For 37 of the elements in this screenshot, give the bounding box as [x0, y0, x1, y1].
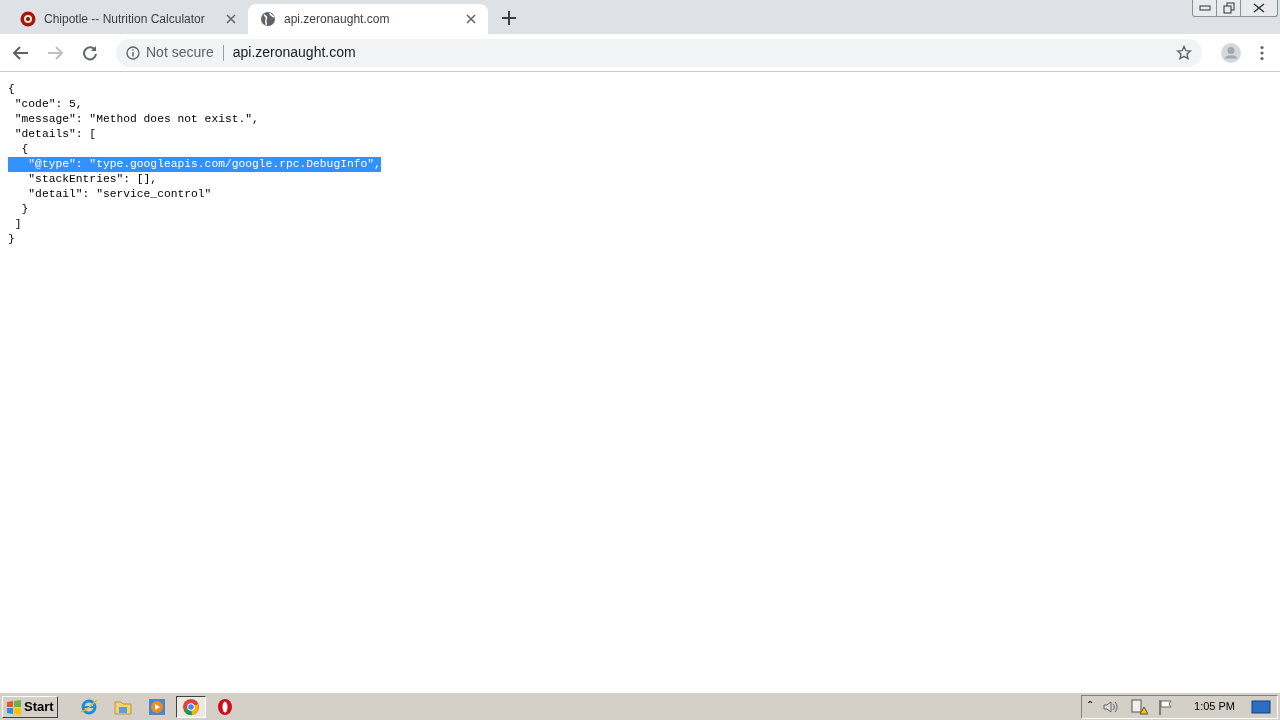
tab-title: api.zeronaught.com [284, 11, 391, 28]
json-line: "code": 5, [13, 97, 83, 112]
address-bar[interactable]: Not secure api.zeronaught.com [116, 38, 1202, 67]
close-icon [1253, 3, 1265, 13]
json-line: { [8, 82, 15, 97]
network-warning-icon[interactable] [1130, 698, 1149, 715]
speaker-icon[interactable] [1102, 699, 1121, 714]
json-line: } [20, 202, 29, 217]
globe-icon [260, 11, 276, 27]
json-line: "message": "Method does not exist.", [13, 112, 259, 127]
back-icon[interactable] [12, 44, 30, 61]
browser-tab[interactable]: api.zeronaught.com [248, 4, 488, 34]
json-line: "detail": "service_control" [27, 187, 212, 202]
minimize-icon [1198, 5, 1211, 11]
clock-time: 1:05 PM [1194, 699, 1235, 715]
json-line: ] [13, 217, 22, 232]
json-line: { [20, 142, 29, 157]
tab-title: Chipotle -- Nutrition Calculator [44, 11, 206, 28]
url-text: api.zeronaught.com [232, 43, 356, 62]
bookmark-star-icon[interactable] [1176, 44, 1192, 61]
json-line: "details": [ [13, 127, 97, 142]
close-tab-icon[interactable] [466, 14, 476, 24]
show-desktop-icon[interactable] [1251, 699, 1271, 714]
json-line: "stackEntries": [], [27, 172, 158, 187]
reload-icon[interactable] [82, 44, 98, 61]
info-icon[interactable] [126, 45, 140, 60]
site-logo-icon [20, 11, 36, 27]
json-line: } [8, 232, 15, 247]
start-button[interactable]: Start [2, 695, 58, 718]
windows-logo-icon [6, 698, 22, 715]
menu-icon[interactable] [1260, 44, 1264, 61]
flag-icon[interactable] [1158, 698, 1175, 715]
security-label: Not secure [146, 43, 214, 62]
chrome-icon[interactable] [175, 695, 206, 718]
new-tab-icon[interactable] [502, 11, 516, 25]
show-hidden-icons-button[interactable]: ˆ [1088, 697, 1093, 716]
close-tab-icon[interactable] [226, 14, 236, 24]
